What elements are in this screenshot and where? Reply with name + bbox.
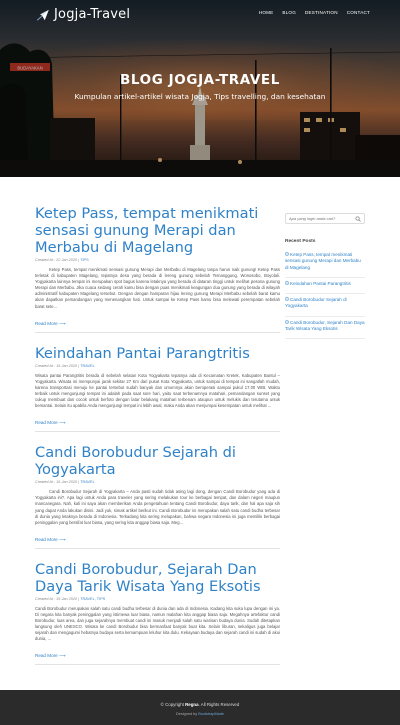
designed-prefix: Designed by	[176, 712, 198, 716]
post-item: Ketep Pass, tempat menikmati sensasi gun…	[35, 205, 280, 333]
post-title: Keindahan Pantai Parangtritis	[35, 345, 280, 362]
recent-posts-title: Recent Posts	[285, 239, 316, 244]
post-meta: Created At : 16 Jan 2020 | TRAVEL	[35, 480, 280, 484]
circle-arrow-icon	[285, 281, 289, 286]
post-list: Ketep Pass, tempat menikmati sensasi gun…	[35, 205, 280, 666]
post-date: Created At : 16 Jan 2020 |	[35, 363, 80, 368]
recent-post-link[interactable]: Keindahan Pantai Parangtritis	[285, 281, 365, 287]
read-more-link[interactable]: Read More ⟶	[35, 653, 280, 659]
nav-item-contact[interactable]: CONTACT	[347, 10, 370, 15]
post-excerpt: Candi Borobudur merupakan salah satu can…	[35, 605, 280, 642]
recent-posts-list: Ketep Pass, tempat menikmati sensasi gun…	[285, 249, 365, 340]
recent-post-item: Keindahan Pantai Parangtritis	[285, 278, 365, 295]
post-meta: Created At : 22 Jan 2020 | TIPS	[35, 258, 280, 262]
hero-overlay	[0, 0, 400, 177]
post-meta: Created At : 15 Jan 2020 | TRAVEL, TIPS	[35, 597, 280, 601]
copyright-name: Regna	[185, 702, 199, 707]
post-meta: Created At : 16 Jan 2020 | TRAVEL	[35, 364, 280, 368]
post-date: Created At : 22 Jan 2020 |	[35, 258, 80, 262]
recent-post-link[interactable]: Candi Borobudur Sejarah di Yogyakarta	[285, 297, 365, 310]
designer-link[interactable]: BootstrapMade	[198, 712, 224, 716]
copyright-prefix: © Copyright	[160, 702, 184, 707]
post-title: Candi Borobudur Sejarah di Yogyakarta	[35, 444, 280, 478]
read-more-link[interactable]: Read More ⟶	[35, 420, 280, 426]
recent-post-label: Ketep Pass, tempat menikmati sensasi gun…	[285, 252, 361, 270]
post-title-link[interactable]: Candi Borobudur Sejarah di Yogyakarta	[35, 444, 236, 478]
post-excerpt: Wisata pantai Parangtritis berada di seb…	[35, 372, 280, 409]
recent-post-link[interactable]: Ketep Pass, tempat menikmati sensasi gun…	[285, 252, 365, 271]
recent-post-item: Ketep Pass, tempat menikmati sensasi gun…	[285, 249, 365, 278]
sidebar: Recent Posts Ketep Pass, tempat menikmat…	[285, 213, 365, 340]
nav-item-blog[interactable]: BLOG	[282, 10, 296, 15]
circle-arrow-icon	[285, 297, 289, 302]
post-divider	[35, 331, 280, 333]
recent-post-item: Candi Borobudur Sejarah di Yogyakarta	[285, 294, 365, 317]
recent-post-label: Candi Borobudur, Sejarah Dan Daya Tarik …	[285, 319, 365, 332]
post-excerpt: Ketep Pass, tempat menikmati sensasi gun…	[35, 267, 280, 309]
nav-item-home[interactable]: HOME	[259, 10, 274, 15]
post-item: Candi Borobudur, Sejarah Dan Daya Tarik …	[35, 561, 280, 666]
post-title: Candi Borobudur, Sejarah Dan Daya Tarik …	[35, 561, 280, 595]
footer-credits: Designed by BootstrapMade	[0, 712, 400, 716]
brand-logo[interactable]: Jogja-Travel	[36, 7, 130, 22]
read-more-link[interactable]: Read More ⟶	[35, 321, 280, 327]
post-tag[interactable]: TRAVEL, TIPS	[80, 597, 105, 601]
post-title-link[interactable]: Keindahan Pantai Parangtritis	[35, 345, 250, 362]
search-icon[interactable]	[355, 215, 361, 222]
post-date: Created At : 16 Jan 2020 |	[35, 480, 80, 485]
hero-title: BLOG JOGJA-TRAVEL	[120, 72, 280, 88]
brand-name: Jogja-Travel	[54, 7, 131, 22]
post-title-link[interactable]: Ketep Pass, tempat menikmati sensasi gun…	[35, 205, 258, 256]
post-excerpt: Candi Borobudur Sejarah di Yogyakarta – …	[35, 489, 280, 525]
read-more-link[interactable]: Read More ⟶	[35, 537, 280, 543]
post-title-link[interactable]: Candi Borobudur, Sejarah Dan Daya Tarik …	[35, 561, 261, 595]
circle-arrow-icon	[285, 252, 289, 257]
hero-banner: BUDAYAKAN Jogja-Travel HOME BLOG DESTINA…	[0, 0, 400, 177]
search-input[interactable]	[289, 216, 349, 221]
footer-copyright: © Copyright Regna. All Rights Reserved	[0, 702, 400, 707]
recent-post-label: Candi Borobudur Sejarah di Yogyakarta	[285, 297, 347, 309]
nav-item-destination[interactable]: DESTINATION	[305, 10, 338, 15]
post-item: Keindahan Pantai Parangtritis Created At…	[35, 345, 280, 433]
hero-subtitle: Kumpulan artikel-artikel wisata Jogja, T…	[74, 92, 326, 101]
post-divider	[35, 664, 280, 666]
recent-post-label: Keindahan Pantai Parangtritis	[290, 280, 351, 286]
main-nav: HOME BLOG DESTINATION CONTACT	[259, 10, 370, 15]
circle-arrow-icon	[285, 320, 289, 324]
post-tag[interactable]: TRAVEL	[80, 364, 95, 368]
copyright-suffix: . All Rights Reserved	[198, 702, 240, 707]
post-title: Ketep Pass, tempat menikmati sensasi gun…	[35, 205, 280, 256]
post-divider	[35, 547, 280, 549]
post-item: Candi Borobudur Sejarah di Yogyakarta Cr…	[35, 444, 280, 549]
footer: © Copyright Regna. All Rights Reserved D…	[0, 690, 400, 725]
paper-plane-icon	[36, 9, 49, 21]
post-divider	[35, 431, 280, 433]
post-tag[interactable]: TIPS	[80, 258, 88, 262]
recent-post-link[interactable]: Candi Borobudur, Sejarah Dan Daya Tarik …	[285, 320, 365, 333]
search-box	[285, 213, 365, 224]
recent-post-item: Candi Borobudur, Sejarah Dan Daya Tarik …	[285, 317, 365, 340]
post-date: Created At : 15 Jan 2020 |	[35, 596, 80, 601]
post-tag[interactable]: TRAVEL	[80, 480, 95, 484]
